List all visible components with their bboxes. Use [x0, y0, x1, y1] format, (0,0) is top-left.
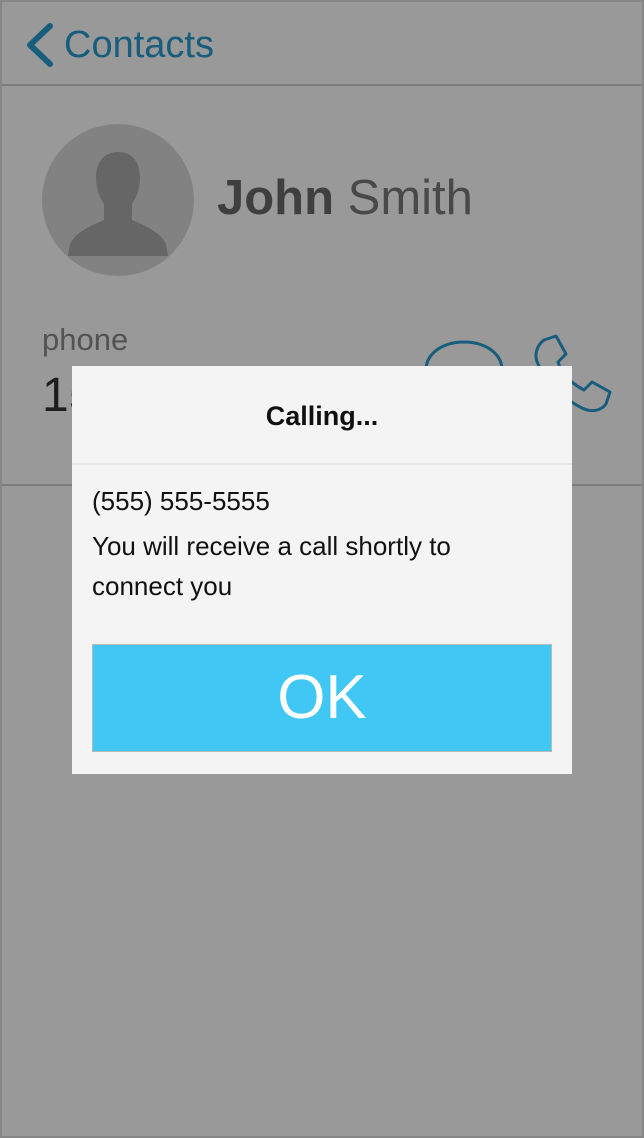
calling-dialog: Calling... (555) 555-5555 You will recei… [72, 366, 572, 774]
ok-button[interactable]: OK [92, 644, 552, 752]
dialog-title: Calling... [265, 401, 379, 431]
dialog-divider [72, 463, 572, 465]
dialog-message: You will receive a call shortly to conne… [92, 531, 451, 601]
dialog-phone-number: (555) 555-5555 [92, 486, 270, 516]
